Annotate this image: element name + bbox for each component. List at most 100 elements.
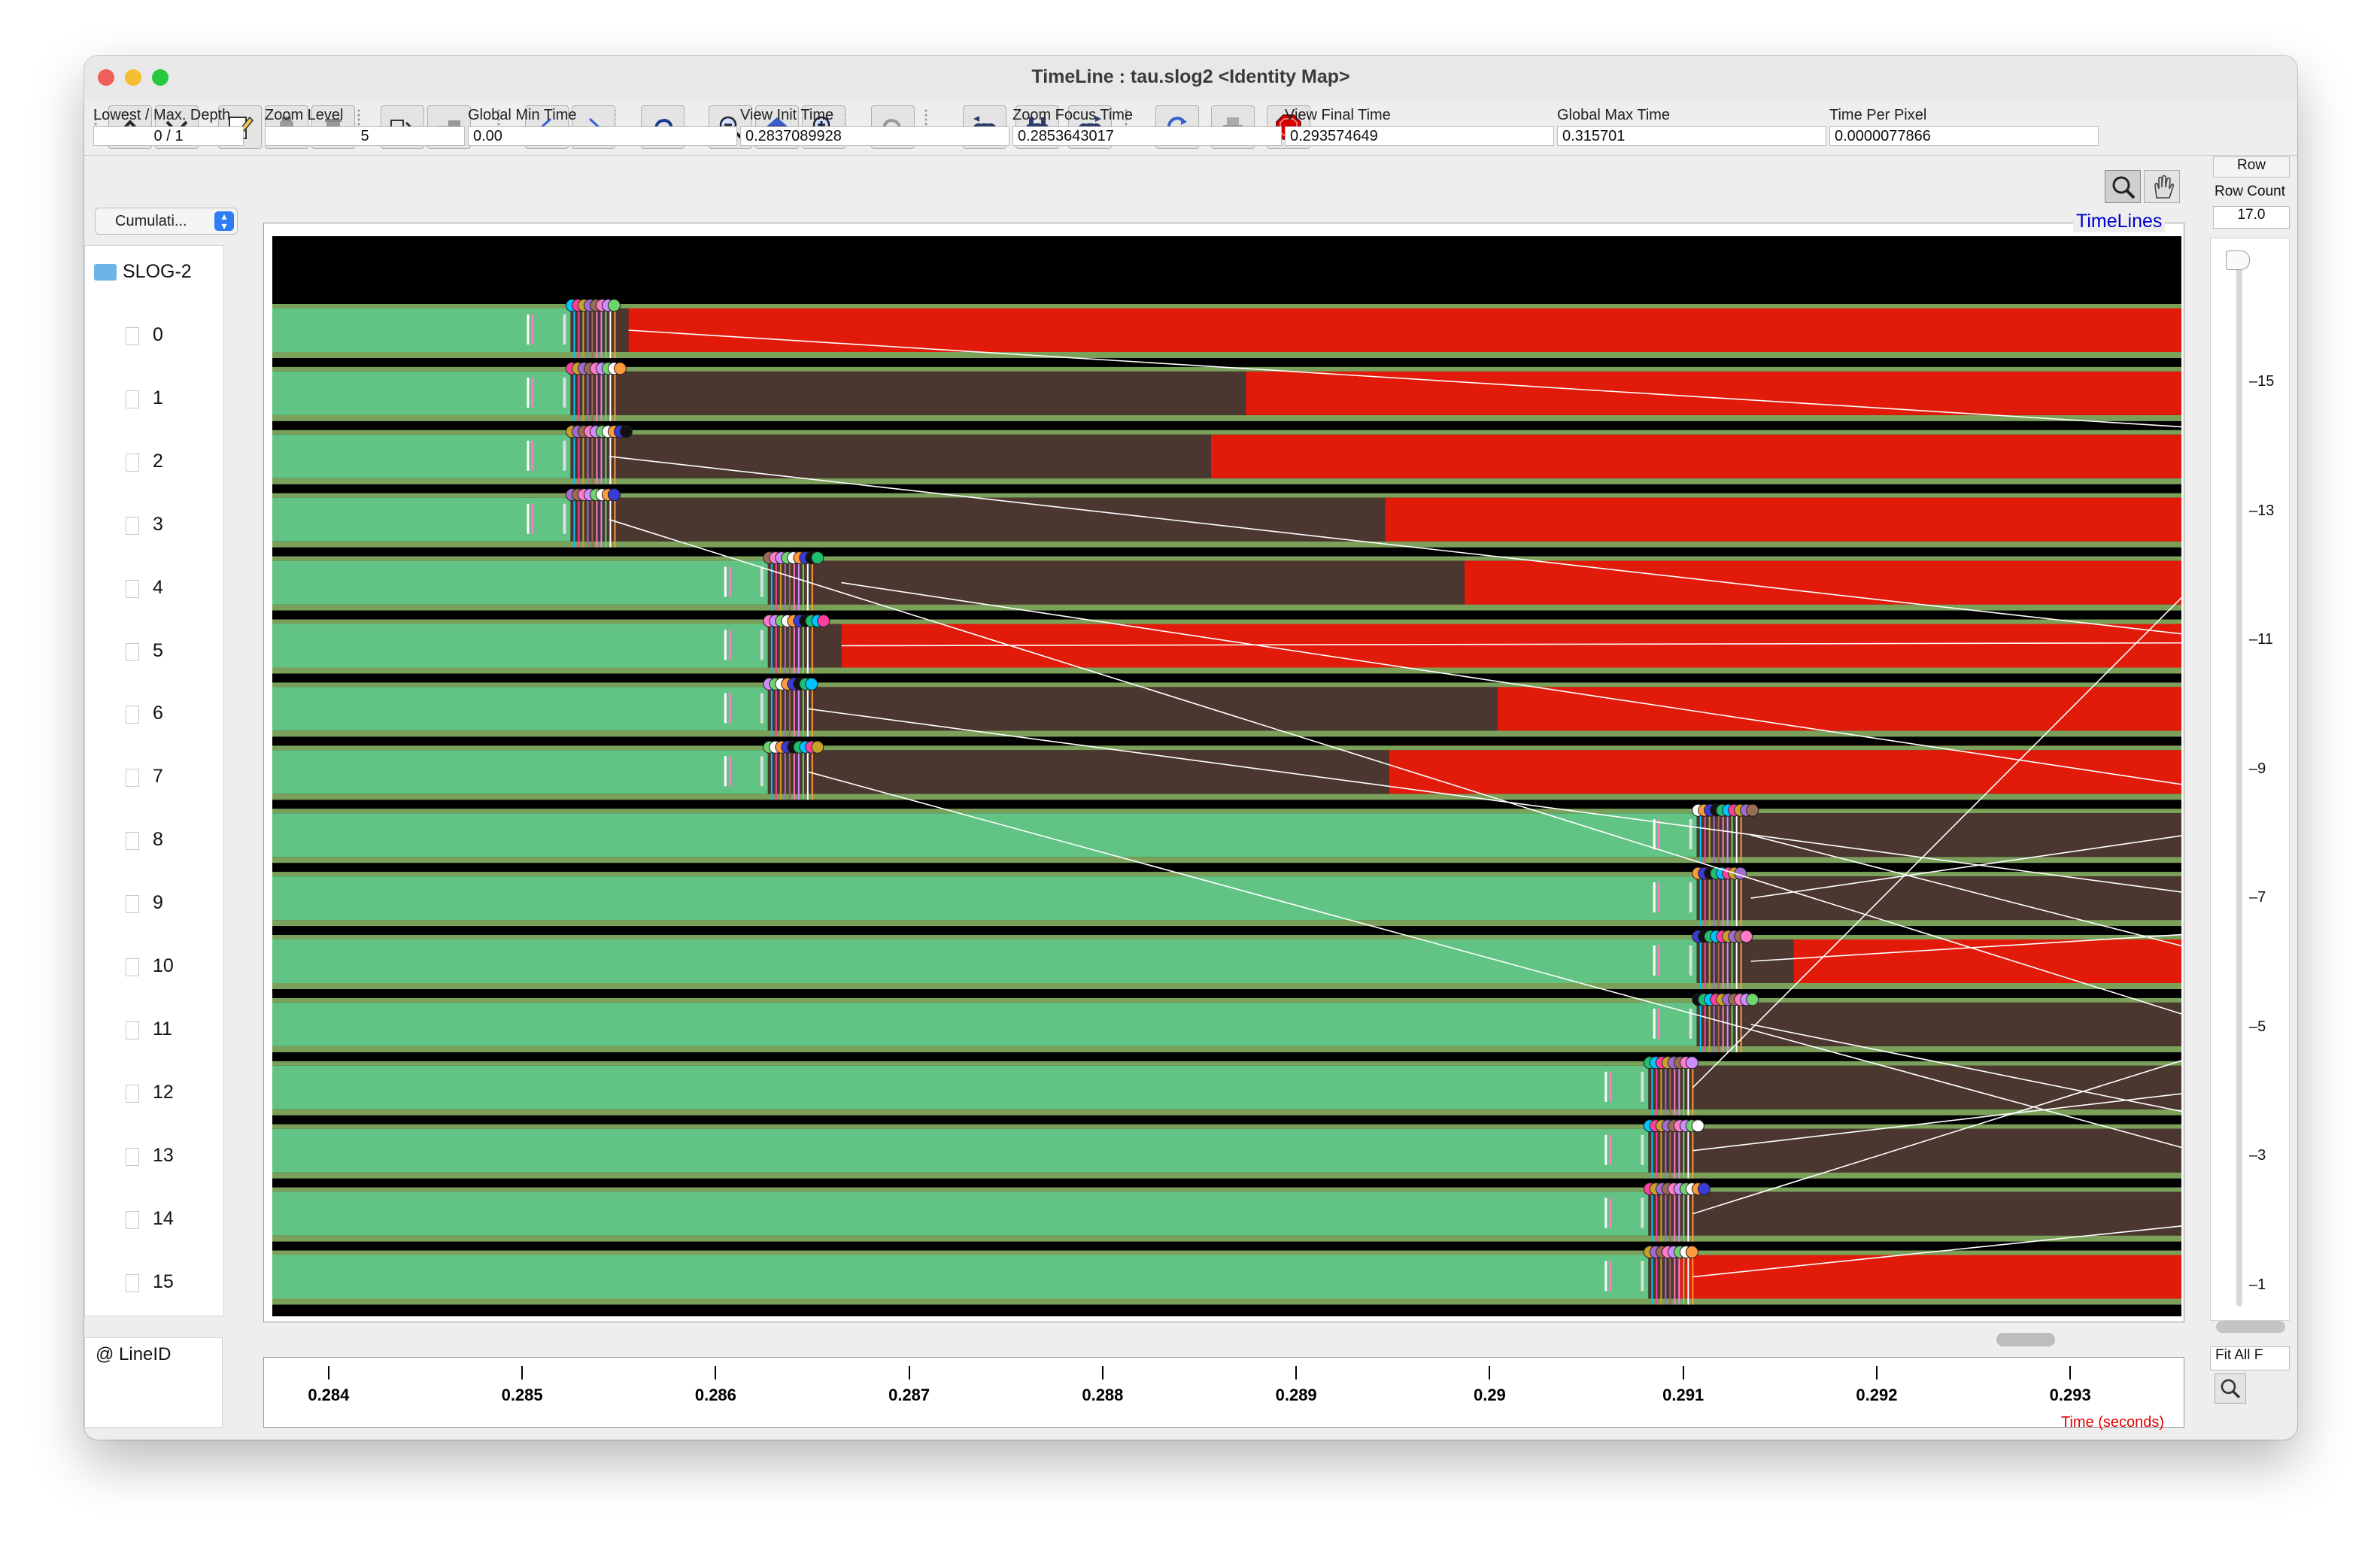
tree-line-item[interactable]: 1 (85, 384, 220, 414)
compute-state-bar (272, 1255, 1649, 1299)
document-icon (126, 706, 139, 724)
tree-line-item[interactable]: 4 (85, 574, 220, 604)
event-stroke (1660, 1188, 1662, 1242)
tree-line-item[interactable]: 11 (85, 1015, 220, 1046)
event-stroke (1651, 1188, 1653, 1242)
event-stroke (591, 431, 593, 484)
row-separator (272, 429, 2181, 435)
zoom-level-field: 5 (265, 126, 465, 146)
row-separator (272, 1109, 2181, 1115)
event-stroke (797, 747, 800, 800)
tree-line-item[interactable]: 0 (85, 321, 220, 351)
event-stroke (1651, 1252, 1653, 1305)
tree-line-item[interactable]: 2 (85, 448, 220, 478)
fit-zoom-button[interactable] (2215, 1373, 2246, 1404)
event-stroke (1660, 1062, 1662, 1115)
wait-state-bar (1696, 939, 1794, 983)
tree-line-item[interactable]: 15 (85, 1268, 220, 1298)
tree-line-item[interactable]: 6 (85, 700, 220, 730)
event-stroke (591, 368, 593, 421)
document-icon (126, 516, 139, 535)
tree-line-item[interactable]: 14 (85, 1205, 220, 1235)
wait-state-bar (767, 687, 1498, 731)
fit-all-button[interactable]: Fit All F (2210, 1346, 2290, 1370)
event-stroke (596, 305, 598, 358)
event-stroke (600, 494, 603, 548)
compute-state-bar (272, 687, 768, 731)
axis-tick-label: 0.286 (694, 1386, 736, 1404)
event-stroke (587, 431, 589, 484)
event-tick (1604, 1134, 1607, 1165)
tree-line-item[interactable]: 13 (85, 1142, 220, 1172)
tree-line-item[interactable]: 12 (85, 1079, 220, 1109)
row-separator (272, 809, 2181, 814)
zoom-mode-button[interactable] (2105, 170, 2141, 203)
timeline-canvas[interactable] (272, 236, 2181, 1316)
axis-tick-label: 0.284 (308, 1386, 350, 1404)
row-slider-thumb[interactable] (2226, 250, 2250, 270)
event-stroke (1669, 1252, 1671, 1305)
event-stroke (573, 494, 575, 548)
vertical-scrollbar-thumb[interactable] (2216, 1321, 2285, 1333)
event-stroke (587, 494, 589, 548)
event-stroke (578, 368, 580, 421)
tree-line-item[interactable]: 7 (85, 763, 220, 793)
compute-state-bar (272, 308, 571, 352)
event-stroke (605, 431, 607, 484)
row-ruler-label: –13 (2249, 502, 2275, 519)
row-separator (272, 414, 2181, 421)
event-tick (1609, 1134, 1612, 1165)
event-stroke (591, 494, 593, 548)
event-tick (760, 630, 763, 660)
event-stroke (1713, 873, 1715, 927)
event-stroke (775, 684, 777, 737)
event-stroke (1717, 936, 1720, 989)
hand-mode-button[interactable] (2144, 170, 2180, 203)
red-state-bar (1389, 750, 2181, 794)
event-stroke (609, 431, 612, 484)
event-stroke (609, 494, 612, 548)
row-separator (272, 1298, 2181, 1305)
tree-line-item[interactable]: 3 (85, 511, 220, 541)
event-stroke (1651, 1125, 1653, 1179)
event-stroke (1669, 1188, 1671, 1242)
document-icon (126, 958, 139, 976)
row-separator (272, 556, 2181, 561)
event-stroke (1692, 1125, 1694, 1179)
event-stroke (770, 621, 773, 674)
event-stroke (596, 431, 598, 484)
event-stroke (596, 494, 598, 548)
event-stroke (1692, 1062, 1694, 1115)
tree-line-item[interactable]: 9 (85, 889, 220, 919)
row-ruler-label: –5 (2249, 1018, 2266, 1035)
axis-tick-mark (1875, 1366, 1878, 1380)
event-stroke (1735, 936, 1738, 989)
event-stroke (1674, 1252, 1676, 1305)
axis-tick-mark (2069, 1366, 2072, 1380)
event-stroke (600, 431, 603, 484)
event-stroke (784, 747, 786, 800)
tree-root[interactable]: SLOG-2 (85, 258, 220, 288)
event-stroke (1708, 873, 1711, 927)
mode-select[interactable]: Cumulati... ▴ ▾ (95, 208, 238, 235)
row-separator (272, 794, 2181, 800)
tree-line-item[interactable]: 10 (85, 952, 220, 982)
row-separator (272, 1172, 2181, 1179)
event-stroke (806, 747, 809, 800)
event-tick (527, 314, 530, 344)
row-ruler-label: –1 (2249, 1276, 2266, 1293)
tree-line-item[interactable]: 5 (85, 637, 220, 667)
compute-state-bar (272, 750, 768, 794)
tree-line-item[interactable]: 8 (85, 826, 220, 856)
event-stroke (1687, 1252, 1689, 1305)
red-state-bar (1793, 939, 2181, 983)
horizontal-scrollbar-thumb[interactable] (1996, 1333, 2055, 1346)
row-count-field[interactable]: 17.0 (2213, 206, 2290, 229)
event-tick (724, 630, 727, 660)
event-tick (1657, 819, 1660, 850)
compute-state-bar (272, 371, 571, 415)
red-state-bar (628, 308, 2181, 352)
row-separator (272, 857, 2181, 864)
event-stroke (1674, 1062, 1676, 1115)
event-tick (1657, 1008, 1660, 1039)
